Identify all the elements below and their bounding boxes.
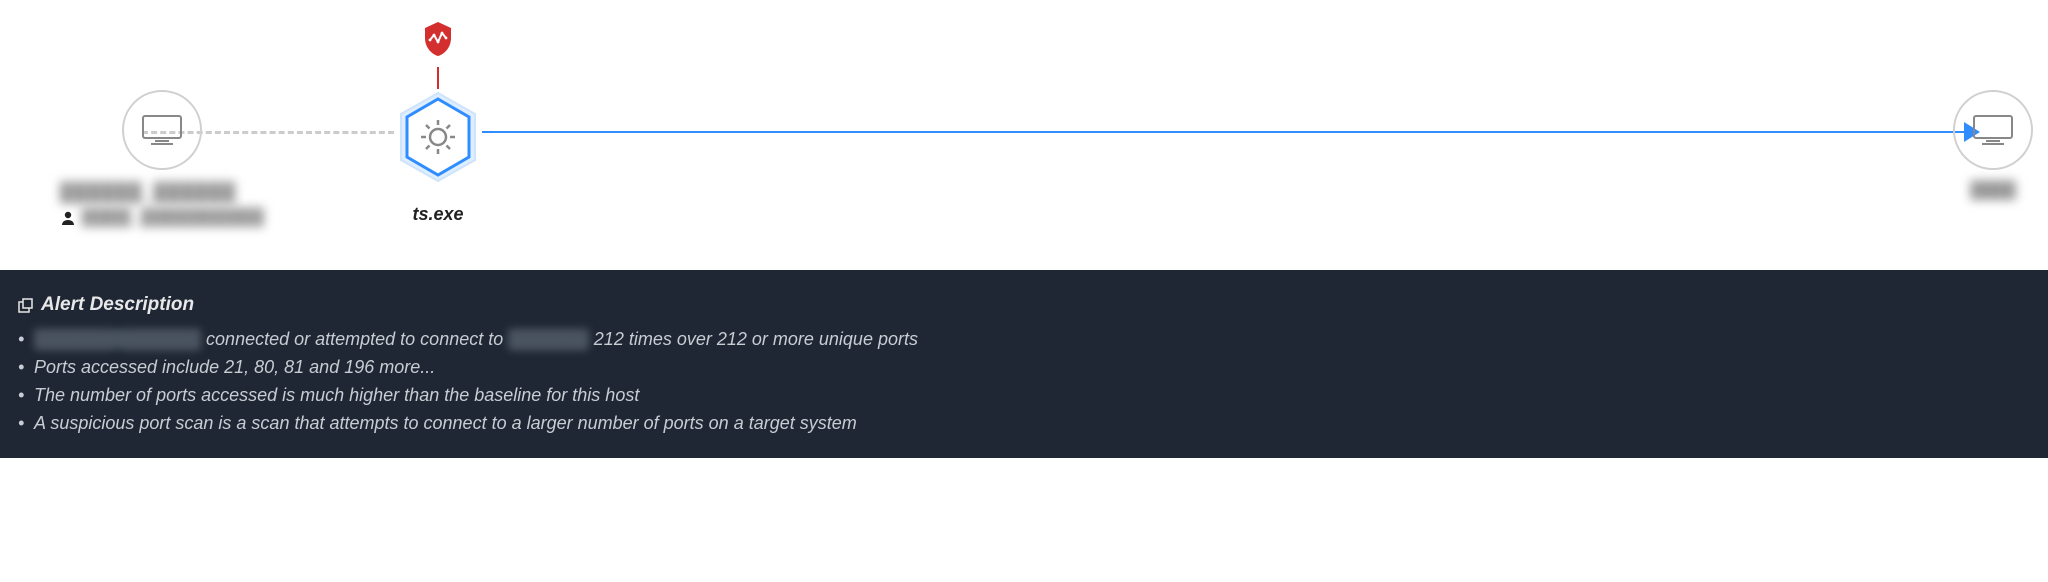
source-host-node[interactable]: ██████_██████ ████_██████████ [60,90,265,227]
alert-header-text: Alert Description [41,294,194,316]
popout-icon[interactable] [18,298,33,313]
alert-line-1: Ports accessed include 21, 80, 81 and 19… [18,354,2030,382]
badge-connector [437,67,439,89]
threat-shield-icon [422,20,454,58]
target-hostname: ████ [1953,182,2033,200]
edge-process-target [482,131,1966,133]
alert-line-0: ██████_██████ connected or attempted to … [18,326,2030,354]
alert-bullet-list: ██████_██████ connected or attempted to … [18,326,2030,438]
alert-description-panel: Alert Description ██████_██████ connecte… [0,270,2048,458]
alert-line-3: A suspicious port scan is a scan that at… [18,410,2030,438]
source-labels: ██████_██████ ████_██████████ [60,182,265,227]
target-host-circle [1953,90,2033,170]
source-username: ████_██████████ [82,209,265,227]
source-hostname: ██████_██████ [60,182,236,203]
process-node[interactable]: ts.exe [395,20,481,225]
monitor-icon [141,114,183,146]
process-label: ts.exe [395,204,481,225]
alert-line-2: The number of ports accessed is much hig… [18,382,2030,410]
redacted-target: ██████ [508,329,589,349]
alert-header: Alert Description [18,294,2030,316]
network-diagram: ██████_██████ ████_██████████ [0,0,2048,270]
redacted-host: ██████_██████ [34,329,201,349]
process-hexagon [395,89,481,185]
user-icon [60,210,76,226]
target-host-node[interactable]: ████ [1953,90,2033,200]
source-host-circle [122,90,202,170]
monitor-icon [1972,114,2014,146]
